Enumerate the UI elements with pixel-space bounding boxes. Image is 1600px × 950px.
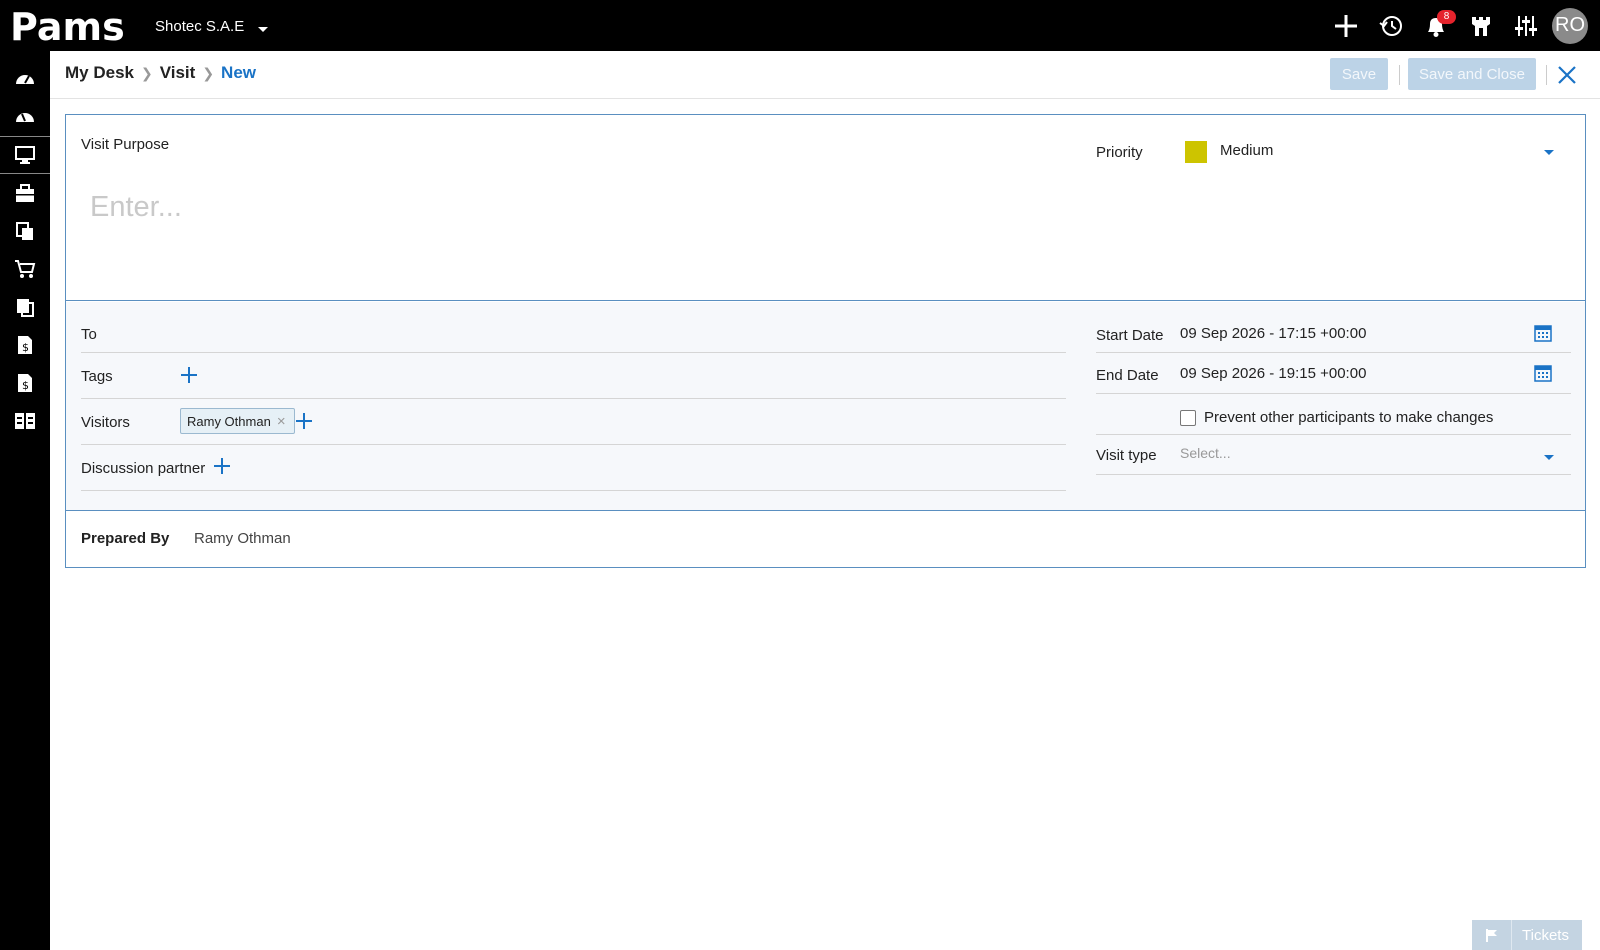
left-sidebar: $ $ xyxy=(0,51,50,950)
visit-purpose-input[interactable]: Enter... xyxy=(90,191,182,224)
divider xyxy=(81,490,1066,491)
documents-icon[interactable] xyxy=(0,212,50,250)
add-visitor-icon[interactable] xyxy=(296,413,312,429)
company-selector[interactable]: Shotec S.A.E xyxy=(155,18,269,35)
chevron-right-icon: ❯ xyxy=(140,64,153,81)
visitor-chip-label: Ramy Othman xyxy=(187,413,271,429)
divider xyxy=(1096,352,1571,353)
divider xyxy=(1399,65,1400,85)
visitors-label: Visitors xyxy=(81,414,130,431)
settings-sliders-icon[interactable] xyxy=(1503,0,1548,51)
visit-purpose-label: Visit Purpose xyxy=(81,136,170,153)
reports-icon[interactable] xyxy=(0,402,50,440)
add-discussion-partner-icon[interactable] xyxy=(214,458,230,474)
briefcase-icon[interactable] xyxy=(0,174,50,212)
save-button[interactable]: Save xyxy=(1330,58,1388,90)
end-date-input[interactable]: 09 Sep 2026 - 19:15 +00:00 xyxy=(1180,365,1366,382)
divider xyxy=(1546,65,1547,85)
pams-logo[interactable]: Pams xyxy=(10,6,130,46)
to-label: To xyxy=(81,326,97,343)
history-icon[interactable] xyxy=(1368,0,1413,51)
svg-text:Pams: Pams xyxy=(10,6,125,46)
breadcrumb: My Desk ❯ Visit ❯ New xyxy=(65,63,256,83)
prepared-by-section: Prepared By Ramy Othman xyxy=(66,512,1585,567)
end-date-label: End Date xyxy=(1096,367,1159,384)
company-name: Shotec S.A.E xyxy=(155,18,245,35)
billing-icon[interactable]: $ xyxy=(0,364,50,402)
breadcrumb-new: New xyxy=(221,63,257,82)
visit-type-label: Visit type xyxy=(1096,447,1157,464)
chevron-right-icon: ❯ xyxy=(202,64,215,81)
prepared-by-value: Ramy Othman xyxy=(194,530,291,547)
calendar-icon[interactable] xyxy=(1534,324,1552,342)
start-date-input[interactable]: 09 Sep 2026 - 17:15 +00:00 xyxy=(1180,325,1366,342)
flag-icon xyxy=(1472,920,1512,950)
tickets-button[interactable]: Tickets xyxy=(1472,920,1582,950)
divider xyxy=(81,398,1066,399)
tickets-label: Tickets xyxy=(1522,926,1569,944)
priority-color-swatch xyxy=(1185,141,1207,163)
divider xyxy=(1096,393,1571,394)
divider xyxy=(81,444,1066,445)
priority-label: Priority xyxy=(1096,144,1143,161)
close-icon[interactable] xyxy=(1555,63,1579,87)
save-and-close-button[interactable]: Save and Close xyxy=(1408,58,1536,90)
chevron-down-icon xyxy=(258,27,269,32)
visitor-chip: Ramy Othman × xyxy=(180,408,295,434)
tags-label: Tags xyxy=(81,368,113,385)
prepared-by-label: Prepared By xyxy=(81,530,170,547)
divider xyxy=(1096,434,1571,435)
chevron-down-icon xyxy=(1544,150,1554,155)
dashboard-icon[interactable] xyxy=(0,60,50,98)
breadcrumb-visit[interactable]: Visit xyxy=(160,63,196,83)
remove-icon[interactable]: × xyxy=(277,413,286,430)
notification-count-badge: 8 xyxy=(1437,10,1456,24)
notifications-bell-icon[interactable]: 8 xyxy=(1413,0,1458,51)
divider xyxy=(81,352,1066,353)
invoice-icon[interactable]: $ xyxy=(0,326,50,364)
castle-icon[interactable] xyxy=(1458,0,1503,51)
priority-value: Medium xyxy=(1220,142,1274,159)
svg-text:$: $ xyxy=(22,379,29,392)
user-avatar[interactable]: RO xyxy=(1552,7,1588,44)
discussion-partner-label: Discussion partner xyxy=(81,460,206,477)
top-bar: Pams Shotec S.A.E 8 RO xyxy=(0,0,1600,51)
chevron-down-icon xyxy=(1544,455,1554,460)
prevent-changes-checkbox[interactable] xyxy=(1180,410,1196,426)
svg-text:$: $ xyxy=(22,341,29,354)
visit-form: Visit Purpose Enter... Priority Medium T… xyxy=(65,114,1586,568)
prevent-changes-label: Prevent other participants to make chang… xyxy=(1204,409,1494,426)
start-date-label: Start Date xyxy=(1096,327,1164,344)
add-tag-icon[interactable] xyxy=(181,367,197,383)
participants-section: To Tags Visitors Ramy Othman × Discussio… xyxy=(66,302,1585,511)
visit-type-select: Select... xyxy=(1180,445,1231,461)
breadcrumb-my-desk[interactable]: My Desk xyxy=(65,63,134,83)
purpose-section: Visit Purpose Enter... Priority Medium xyxy=(66,115,1585,301)
dashboard-alt-icon[interactable] xyxy=(0,98,50,136)
divider xyxy=(1096,474,1571,475)
cart-icon[interactable] xyxy=(0,250,50,288)
add-icon[interactable] xyxy=(1323,0,1368,51)
desk-monitor-icon[interactable] xyxy=(0,136,50,174)
page-header: My Desk ❯ Visit ❯ New Save Save and Clos… xyxy=(50,51,1600,99)
files-icon[interactable] xyxy=(0,288,50,326)
calendar-icon[interactable] xyxy=(1534,364,1552,382)
